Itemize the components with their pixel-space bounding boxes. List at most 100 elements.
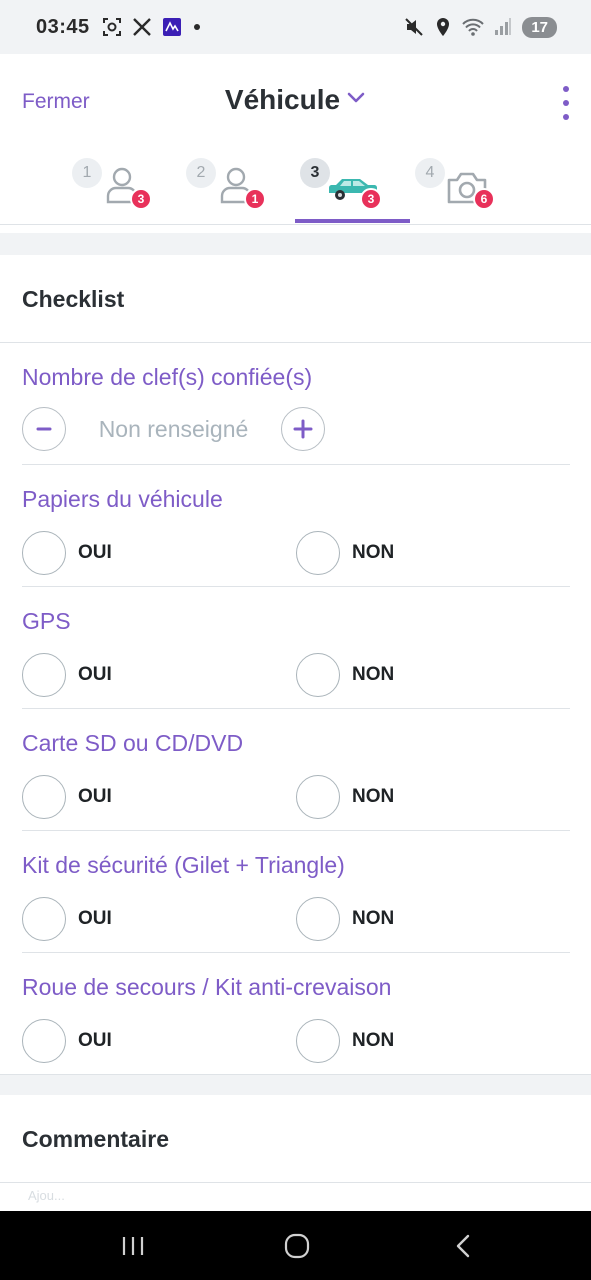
system-nav-bar	[0, 1211, 591, 1280]
status-bar: 03:45 17	[0, 0, 591, 54]
radio-no[interactable]: NON	[296, 1019, 394, 1063]
mute-icon	[404, 17, 424, 37]
section-title-comment: Commentaire	[22, 1126, 169, 1152]
divider	[22, 708, 570, 709]
battery-level: 17	[522, 16, 557, 38]
radio-label: OUI	[78, 664, 112, 685]
divider	[22, 830, 570, 831]
status-right-icons: 17	[404, 0, 557, 54]
radio-yes[interactable]: OUI	[22, 653, 112, 697]
more-options-button[interactable]	[559, 86, 573, 120]
comment-input[interactable]: Ajou...	[28, 1188, 65, 1203]
radio-circle[interactable]	[22, 653, 66, 697]
app-notification-icon	[162, 17, 182, 37]
section-title-checklist: Checklist	[22, 286, 125, 312]
keys-count-value: Non renseigné	[98, 415, 249, 442]
plus-icon	[293, 419, 313, 439]
radio-circle[interactable]	[22, 897, 66, 941]
radio-label: NON	[352, 1030, 395, 1051]
radio-no[interactable]: NON	[296, 653, 394, 697]
back-icon	[456, 1234, 470, 1258]
status-time: 03:45	[36, 15, 90, 38]
radio-label: OUI	[78, 786, 112, 807]
question-label: GPS	[22, 608, 71, 634]
location-icon	[434, 17, 452, 37]
radio-label: NON	[352, 542, 395, 563]
question-label: Papiers du véhicule	[22, 486, 223, 512]
home-button[interactable]	[282, 1233, 312, 1259]
step-badge: 3	[130, 188, 152, 210]
radio-circle[interactable]	[296, 897, 340, 941]
dot-icon	[192, 17, 202, 37]
radio-circle[interactable]	[22, 1019, 66, 1063]
radio-label: OUI	[78, 1030, 112, 1051]
radio-yes[interactable]: OUI	[22, 1019, 112, 1063]
divider	[0, 1182, 591, 1183]
header: Fermer Véhicule	[0, 54, 591, 154]
divider	[22, 952, 570, 953]
title-dropdown[interactable]: Véhicule	[0, 84, 591, 116]
divider	[22, 464, 570, 465]
radio-group: OUI NON	[22, 1019, 570, 1063]
section-gap	[0, 1075, 591, 1095]
active-step-indicator	[295, 219, 410, 223]
step-number: 4	[415, 158, 445, 188]
step-number: 2	[186, 158, 216, 188]
keys-count-label: Nombre de clef(s) confiée(s)	[22, 364, 313, 390]
radio-circle[interactable]	[296, 1019, 340, 1063]
radio-yes[interactable]: OUI	[22, 775, 112, 819]
radio-circle[interactable]	[22, 775, 66, 819]
radio-no[interactable]: NON	[296, 775, 394, 819]
decrement-button[interactable]	[22, 407, 66, 451]
more-dot	[563, 114, 569, 120]
radio-circle[interactable]	[22, 531, 66, 575]
radio-circle[interactable]	[296, 653, 340, 697]
radio-group: OUI NON	[22, 531, 570, 575]
chevron-down-icon	[346, 91, 366, 110]
step-badge: 1	[244, 188, 266, 210]
question-label: Carte SD ou CD/DVD	[22, 730, 244, 756]
step-tabs: 1 3 2 1 3 3 4 6	[0, 154, 591, 226]
increment-button[interactable]	[281, 407, 325, 451]
back-button[interactable]	[450, 1233, 476, 1259]
page-title: Véhicule	[224, 84, 341, 115]
step-tab-2[interactable]: 2 1	[186, 158, 300, 224]
step-badge: 6	[473, 188, 495, 210]
radio-group: OUI NON	[22, 653, 570, 697]
divider	[0, 224, 591, 225]
radio-label: NON	[352, 786, 395, 807]
step-tab-3[interactable]: 3 3	[300, 158, 414, 224]
question-label: Kit de sécurité (Gilet + Triangle)	[22, 852, 345, 878]
step-tab-4[interactable]: 4 6	[415, 158, 529, 224]
home-icon	[284, 1233, 310, 1259]
radio-no[interactable]: NON	[296, 531, 394, 575]
recent-apps-icon	[122, 1237, 144, 1255]
radio-yes[interactable]: OUI	[22, 531, 112, 575]
radio-yes[interactable]: OUI	[22, 897, 112, 941]
x-logo-icon	[132, 17, 152, 37]
section-gap	[0, 233, 591, 255]
question-label: Roue de secours / Kit anti-crevaison	[22, 974, 392, 1000]
recent-apps-button[interactable]	[118, 1233, 148, 1259]
keys-count-stepper: Non renseigné	[22, 407, 325, 451]
step-number: 1	[72, 158, 102, 188]
radio-group: OUI NON	[22, 775, 570, 819]
radio-label: OUI	[78, 542, 112, 563]
more-dot	[563, 86, 569, 92]
status-left-icons	[102, 17, 202, 37]
screenshot-icon	[102, 17, 122, 37]
radio-label: NON	[352, 908, 395, 929]
step-tab-1[interactable]: 1 3	[72, 158, 186, 224]
radio-group: OUI NON	[22, 897, 570, 941]
signal-icon	[494, 17, 512, 37]
wifi-icon	[462, 17, 485, 37]
more-dot	[563, 100, 569, 106]
divider	[0, 342, 591, 343]
radio-circle[interactable]	[296, 531, 340, 575]
radio-label: OUI	[78, 908, 112, 929]
step-badge: 3	[360, 188, 382, 210]
radio-no[interactable]: NON	[296, 897, 394, 941]
radio-label: NON	[352, 664, 395, 685]
radio-circle[interactable]	[296, 775, 340, 819]
minus-icon	[36, 427, 52, 431]
